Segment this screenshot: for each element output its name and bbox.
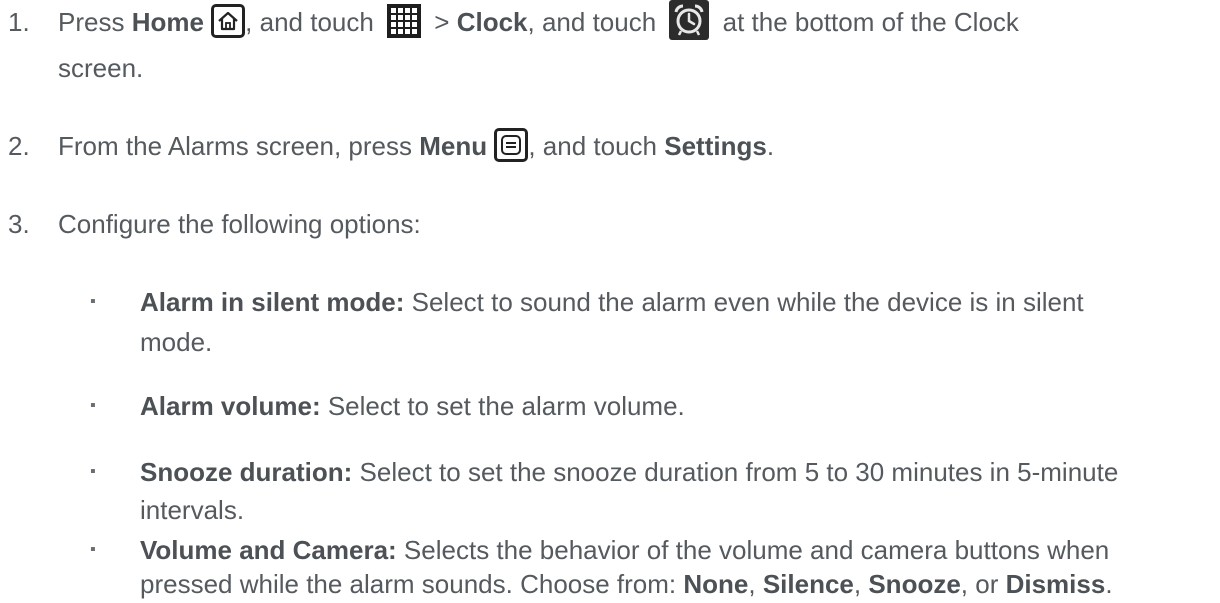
step-text-fragment: Press (58, 7, 132, 37)
option-term: Alarm in silent mode: (140, 287, 405, 317)
bullet: ▪ (90, 463, 96, 480)
step-text: From the Alarms screen, press Menu , and… (58, 128, 1208, 165)
step-text-fragment: From the Alarms screen, press (58, 131, 420, 161)
step-text-fragment: , and touch (528, 131, 665, 161)
option-term: Snooze duration: (140, 457, 353, 487)
step-text-fragment: , and touch (245, 7, 382, 37)
menu-key-icon (494, 128, 529, 163)
separator: , (853, 569, 869, 599)
home-key-icon (211, 4, 246, 39)
option-description: Select to set the snooze duration from 5… (352, 457, 1119, 487)
option-description: Selects the behavior of the volume and c… (396, 535, 1110, 565)
clock-label: Clock (456, 7, 528, 37)
step-text-fragment: > (427, 7, 457, 37)
option-term: Volume and Camera: (140, 535, 397, 565)
option-description: Select to set the alarm volume. (320, 391, 685, 421)
option-text: Alarm volume: Select to set the alarm vo… (140, 388, 1200, 424)
step-text: Configure the following options: (58, 209, 421, 239)
option-text: intervals. (140, 495, 245, 525)
menu-label: Menu (419, 131, 488, 161)
step-text-fragment: , and touch (527, 7, 664, 37)
bullet: ▪ (90, 397, 96, 414)
option-text: Alarm in silent mode: Select to sound th… (140, 284, 1200, 320)
option-term: Alarm volume: (140, 391, 321, 421)
document: 1. Press Home , and touch > Clock, and t… (0, 0, 1220, 603)
apps-grid-icon (387, 4, 422, 39)
choice-none: None (683, 569, 749, 599)
separator: , (748, 569, 763, 599)
option-description: Select to sound the alarm even while the… (404, 287, 1084, 317)
settings-label: Settings (664, 131, 767, 161)
choice-snooze: Snooze (868, 569, 961, 599)
step-text: Press Home , and touch > Clock, and touc… (58, 0, 1208, 44)
step-number: 2. (8, 131, 30, 161)
step-number: 3. (8, 209, 30, 239)
choice-dismiss: Dismiss (1005, 569, 1106, 599)
option-text: mode. (140, 327, 213, 357)
option-text: Volume and Camera: Selects the behavior … (140, 532, 1200, 568)
alarm-clock-icon (669, 0, 710, 41)
option-text: Snooze duration: Select to set the snooz… (140, 454, 1200, 490)
choice-silence: Silence (762, 569, 854, 599)
step-text-fragment: at the bottom of the Clock (715, 7, 1019, 37)
bullet: ▪ (90, 293, 96, 310)
option-text: pressed while the alarm sounds. Choose f… (140, 566, 1200, 602)
bullet: ▪ (90, 541, 96, 558)
option-description: pressed while the alarm sounds. Choose f… (140, 569, 684, 599)
separator: , or (960, 569, 1006, 599)
step-number: 1. (8, 7, 30, 37)
home-label: Home (131, 7, 204, 37)
step-text: screen. (58, 53, 144, 83)
separator: . (1105, 569, 1113, 599)
step-text-fragment: . (766, 131, 775, 161)
